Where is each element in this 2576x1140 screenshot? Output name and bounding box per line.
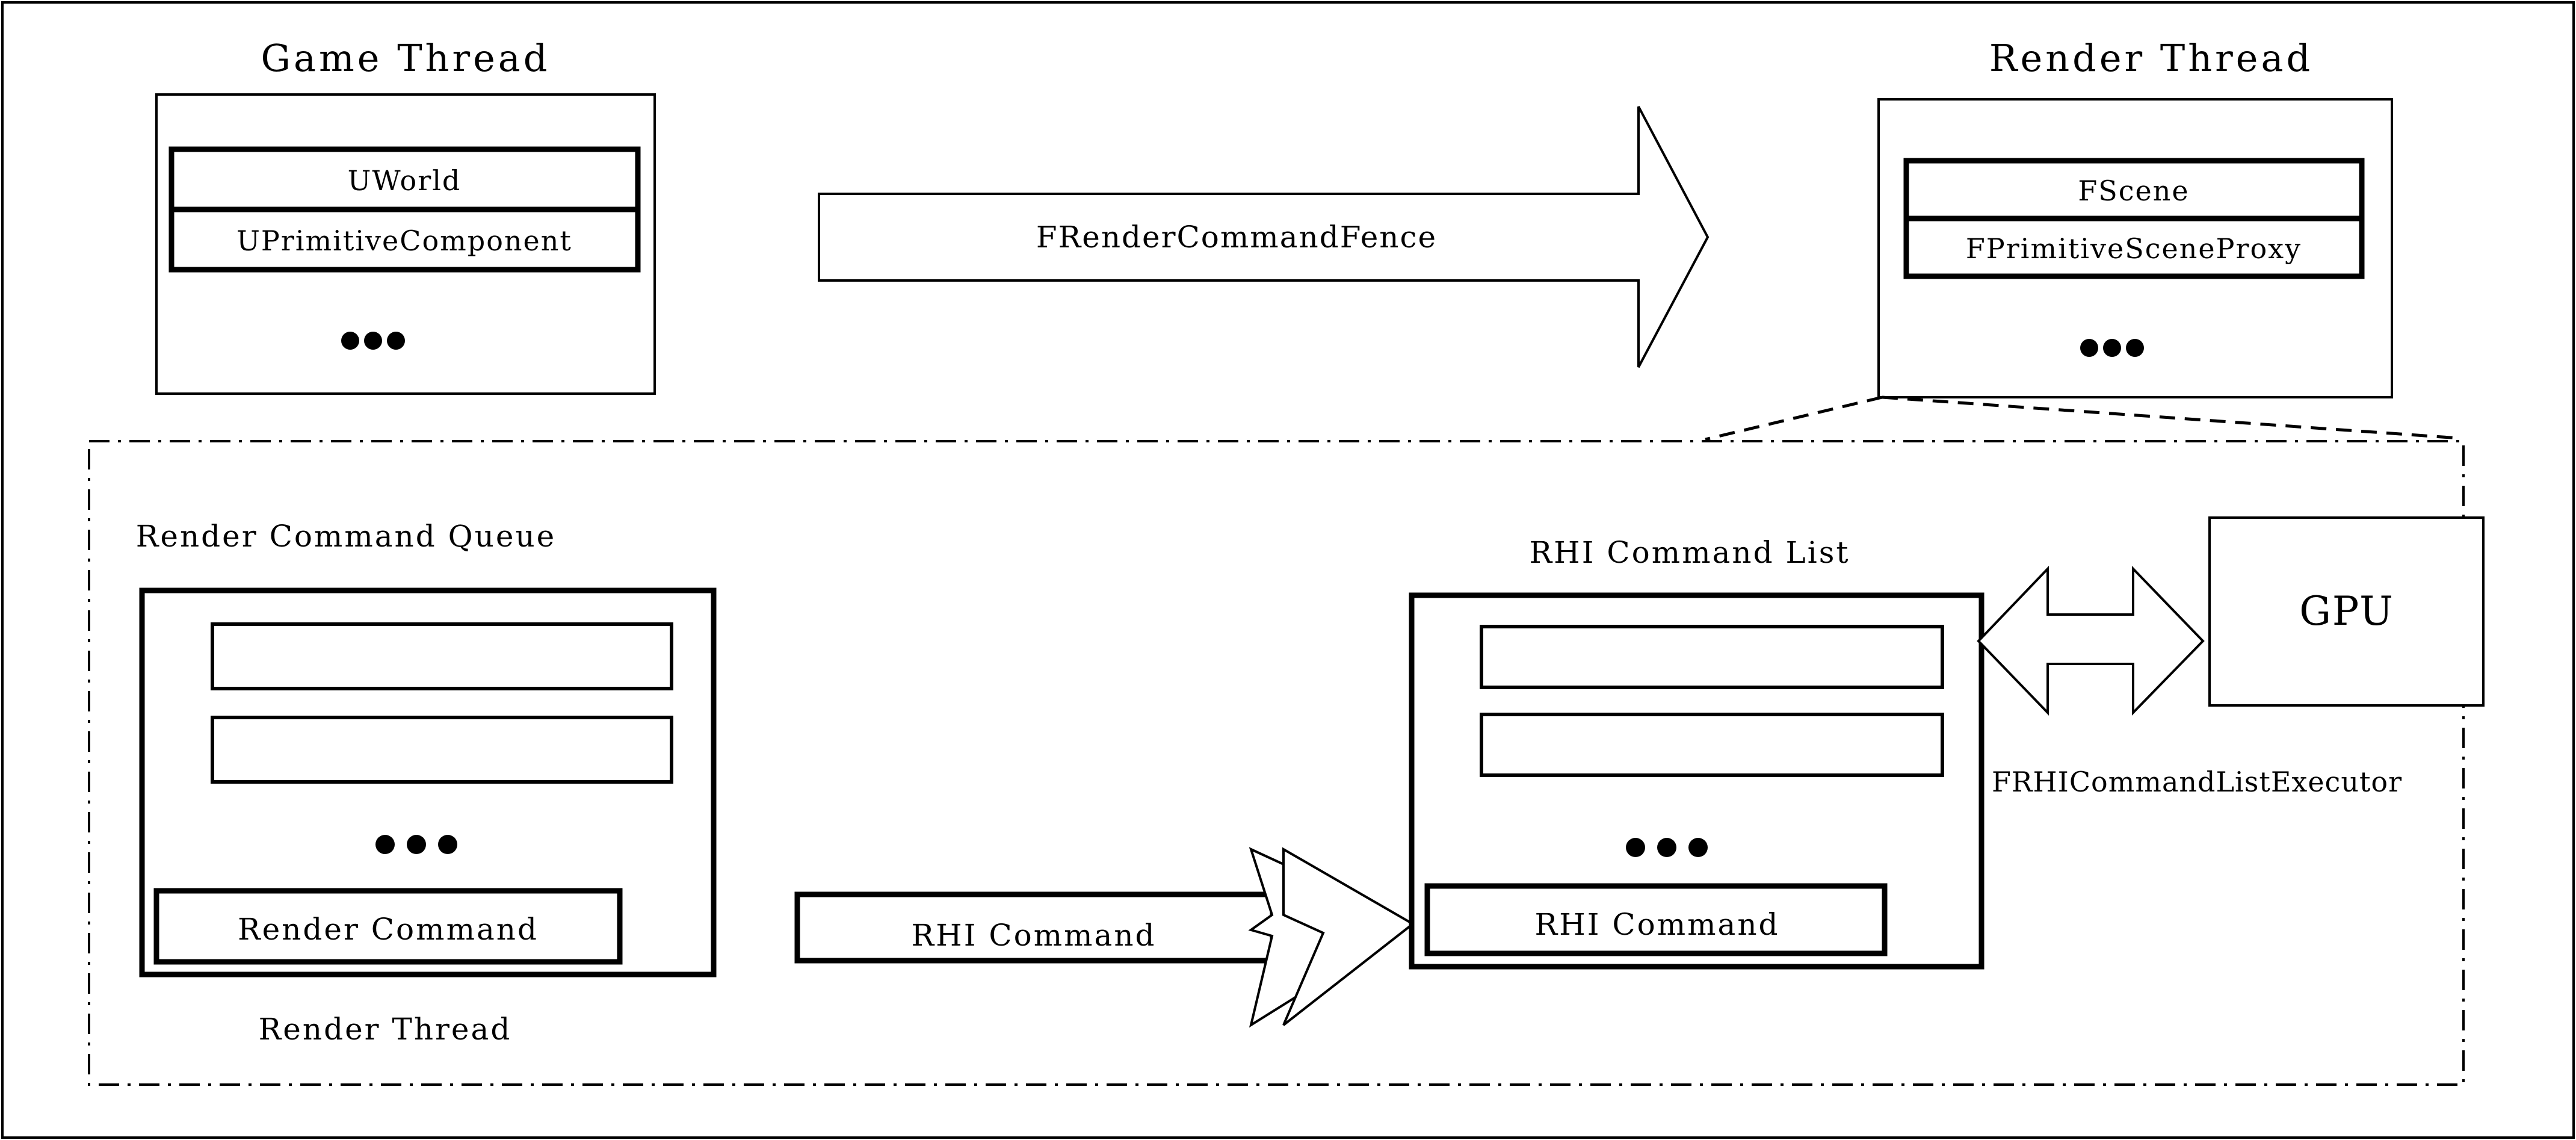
gpu-exchange-arrow-icon xyxy=(1977,566,2205,716)
executor-label: FRHICommandListExecutor xyxy=(1992,766,2402,798)
diagram-canvas: Game Thread UWorld UPrimitiveComponent F… xyxy=(0,0,2576,1140)
render-command-queue-title: Render Command Queue xyxy=(136,519,557,554)
rhi-command-list-item-0[interactable] xyxy=(1480,625,1944,689)
rhi-command-source-label: RHI Command xyxy=(911,918,1156,953)
render-command-queue-item-2-label: Render Command xyxy=(238,912,539,947)
game-thread-title: Game Thread xyxy=(261,36,551,80)
rhi-command-list-item-2-label: RHI Command xyxy=(1534,907,1779,942)
render-command-queue-item-1[interactable] xyxy=(211,716,673,784)
fence-arrow-label: FRenderCommandFence xyxy=(1036,220,1437,255)
gpu-label: GPU xyxy=(2299,588,2394,634)
rhi-command-list-item-1[interactable] xyxy=(1480,713,1944,777)
game-thread-item-1-label: UPrimitiveComponent xyxy=(236,225,572,257)
render-thread-item-0-label: FScene xyxy=(2078,175,2189,207)
render-thread-item-1-label: FPrimitiveSceneProxy xyxy=(1966,232,2302,265)
rhi-command-list-title: RHI Command List xyxy=(1530,535,1850,570)
callout-connector-right xyxy=(1882,395,2460,440)
render-thread-title: Render Thread xyxy=(1989,36,2313,80)
render-command-queue-ellipsis-icon xyxy=(375,835,457,854)
render-thread-ellipsis-icon xyxy=(2080,339,2144,357)
render-command-queue-item-0[interactable] xyxy=(211,622,673,690)
ue-render-pipeline-diagram: Game Thread UWorld UPrimitiveComponent F… xyxy=(1,1,2575,1139)
callout-connector-left xyxy=(1705,395,1883,441)
game-thread-item-0-label: UWorld xyxy=(348,164,462,197)
game-thread-ellipsis-icon xyxy=(341,332,405,350)
rhi-command-list-ellipsis-icon xyxy=(1626,838,1708,857)
render-thread-footer-label: Render Thread xyxy=(259,1012,512,1047)
